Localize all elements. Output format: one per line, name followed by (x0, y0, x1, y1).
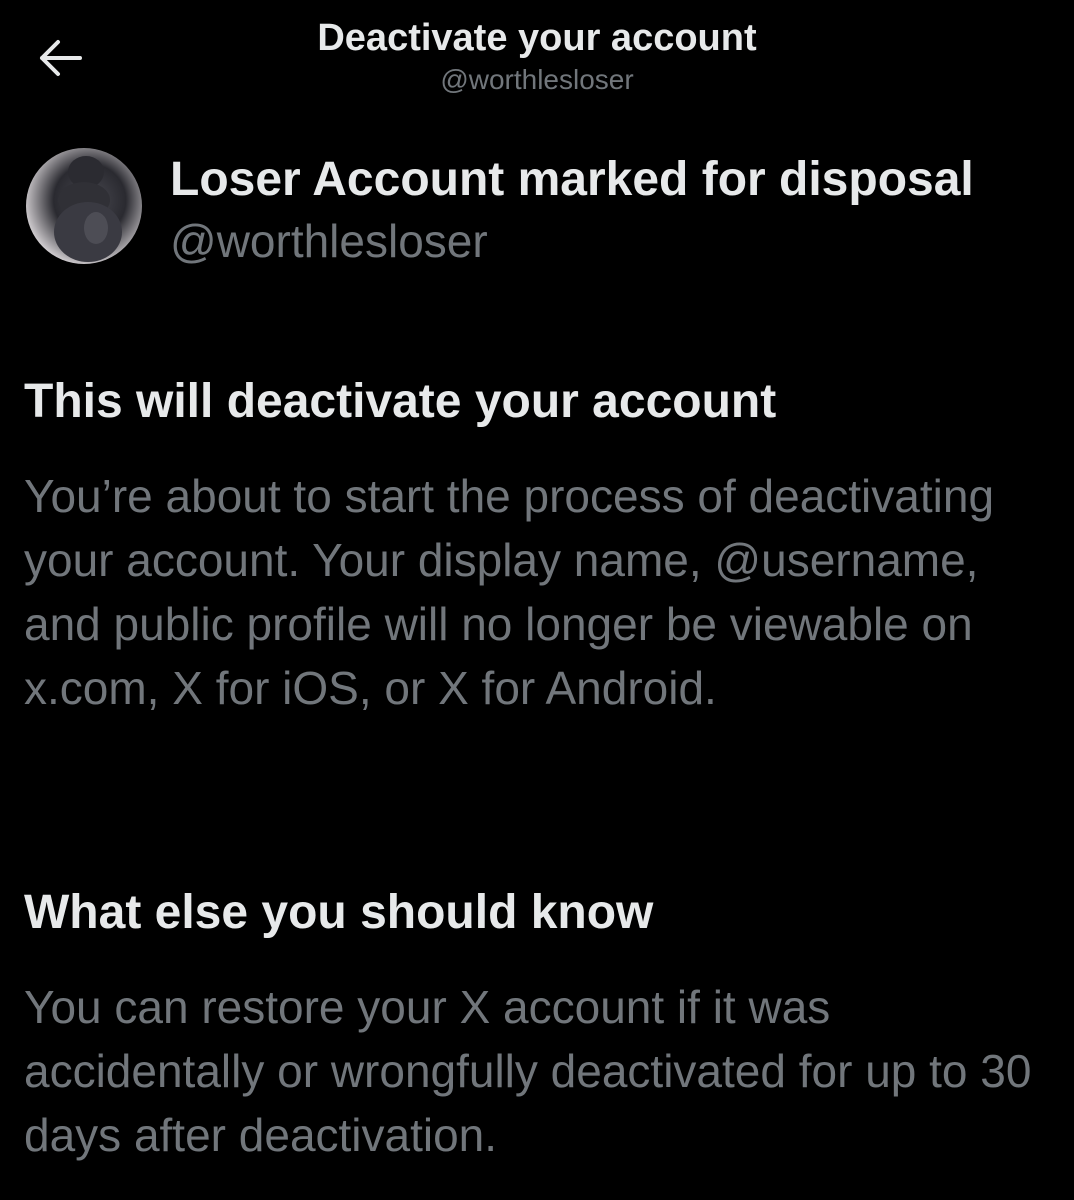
user-handle: @worthlesloser (170, 215, 488, 267)
page-subtitle-handle: @worthlesloser (440, 64, 634, 95)
header-text: Deactivate your account @worthlesloser (0, 14, 1074, 98)
page-title: Deactivate your account (317, 17, 757, 59)
what-else-section: What else you should know You can restor… (24, 883, 1054, 1167)
section-heading: This will deactivate your account (24, 375, 777, 428)
section-body: You’re about to start the process of dea… (24, 470, 995, 714)
deactivate-info-section: This will deactivate your account You’re… (24, 372, 1054, 720)
section-body: You can restore your X account if it was… (24, 981, 1032, 1161)
top-bar: Deactivate your account @worthlesloser (0, 0, 1074, 120)
avatar-image (54, 156, 122, 262)
section-heading: What else you should know (24, 886, 654, 939)
account-profile-card: Loser Account marked for disposal @worth… (26, 148, 1066, 268)
display-name: Loser Account marked for disposal (170, 153, 974, 206)
avatar[interactable] (26, 148, 142, 264)
